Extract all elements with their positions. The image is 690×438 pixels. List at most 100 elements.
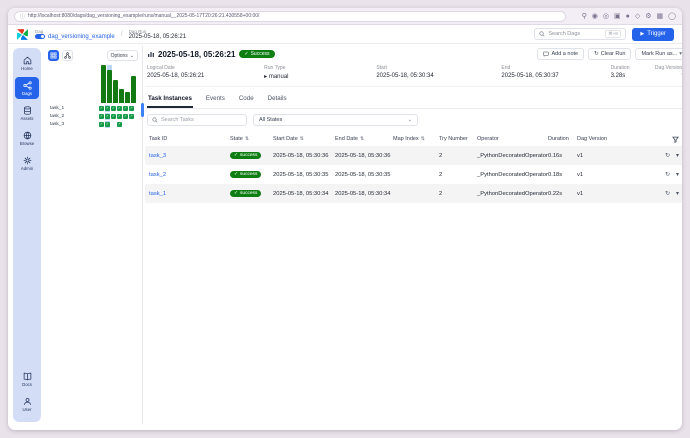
run-bar-fill bbox=[119, 88, 124, 103]
sidebar-item-browse[interactable]: Browse bbox=[15, 127, 39, 149]
tab-task-instances[interactable]: Task Instances bbox=[147, 93, 193, 108]
run-metadata: Logical Date 2025-05-18, 05:26:21 Run Typ… bbox=[145, 65, 682, 87]
dag-pause-toggle[interactable] bbox=[35, 34, 45, 39]
trigger-button[interactable]: ▶ Trigger bbox=[632, 27, 674, 41]
task-link[interactable]: task_3 bbox=[149, 153, 166, 159]
airflow-logo[interactable] bbox=[16, 28, 29, 41]
task-instance-cell[interactable]: ✓ bbox=[117, 105, 122, 112]
run-bar-fill bbox=[113, 80, 118, 103]
task-instance-cell[interactable]: ✓ bbox=[105, 113, 110, 120]
admin-icon bbox=[23, 156, 31, 164]
user-icon bbox=[23, 397, 31, 405]
tab-details[interactable]: Details bbox=[267, 93, 288, 108]
task-instance-cell[interactable]: ✓ bbox=[99, 105, 104, 112]
task-instance-cell[interactable]: ✓ bbox=[117, 113, 122, 120]
run-bar-fill bbox=[131, 75, 136, 103]
task-instance-cell[interactable]: ✓ bbox=[99, 113, 104, 120]
col-state[interactable]: State ⇅ bbox=[230, 136, 273, 142]
sort-icon: ⇅ bbox=[359, 136, 365, 142]
filter-columns-icon[interactable] bbox=[672, 136, 679, 143]
row-menu-icon[interactable]: ▾ bbox=[676, 190, 679, 197]
browse-icon bbox=[23, 131, 31, 139]
mark-run-as-button[interactable]: Mark Run as... ▾ bbox=[635, 48, 682, 60]
options-dropdown[interactable]: Options ⌄ bbox=[106, 50, 138, 61]
task-instance-cell[interactable]: ✓ bbox=[129, 113, 134, 120]
dag-name-link[interactable]: dag_versioning_example bbox=[48, 34, 115, 40]
task-instance-cell[interactable]: ✓ bbox=[111, 105, 116, 112]
graph-view-toggle[interactable] bbox=[62, 50, 73, 61]
grid-icon[interactable]: ▦ bbox=[657, 13, 664, 20]
clear-task-icon[interactable]: ↻ bbox=[665, 152, 670, 159]
col-start-date[interactable]: Start Date ⇅ bbox=[273, 136, 335, 142]
clear-run-button[interactable]: ↻ Clear Run bbox=[588, 48, 632, 60]
add-note-button[interactable]: Add a note bbox=[537, 48, 585, 60]
table-row[interactable]: task_2 ✓ success 2025-05-18, 05:30:35 202… bbox=[145, 165, 682, 184]
col-end-date[interactable]: End Date ⇅ bbox=[335, 136, 393, 142]
settings-icon[interactable]: ⚙ bbox=[645, 13, 651, 20]
record-icon[interactable]: ◉ bbox=[592, 13, 598, 20]
panel-splitter-handle[interactable] bbox=[141, 103, 144, 117]
run-bar[interactable] bbox=[113, 65, 118, 103]
clear-task-icon[interactable]: ↻ bbox=[665, 171, 670, 178]
task-instance-cell[interactable]: ✓ bbox=[117, 121, 122, 128]
run-bar-fill bbox=[125, 91, 130, 103]
success-cell-icon: ✓ bbox=[99, 122, 104, 127]
task-name-label[interactable]: task_2 bbox=[44, 114, 99, 119]
col-map-index[interactable]: Map Index ⇅ bbox=[393, 136, 439, 142]
success-cell-icon: ✓ bbox=[99, 106, 104, 111]
sidebar-item-dags[interactable]: Dags bbox=[15, 77, 39, 99]
table-row[interactable]: task_3 ✓ success 2025-05-18, 05:30:36 202… bbox=[145, 146, 682, 165]
task-instance-cell[interactable]: ✓ bbox=[129, 105, 134, 112]
page-info-icon[interactable]: ⓘ bbox=[20, 13, 25, 20]
task-instance-cell bbox=[123, 121, 128, 128]
chevron-down-icon: ▾ bbox=[679, 51, 682, 57]
address-bar[interactable]: ⓘ http://localhost:8080/dags/dag_version… bbox=[14, 10, 566, 22]
sidebar-item-docs[interactable]: Docs bbox=[15, 368, 39, 390]
browser-window: ⓘ http://localhost:8080/dags/dag_version… bbox=[8, 8, 682, 430]
sidebar-item-home[interactable]: Home bbox=[15, 52, 39, 74]
sidebar-item-admin[interactable]: Admin bbox=[15, 152, 39, 174]
diamond-icon[interactable]: ◇ bbox=[635, 13, 640, 20]
task-instance-cell[interactable]: ✓ bbox=[105, 121, 110, 128]
success-cell-icon: ✓ bbox=[117, 114, 122, 119]
sidebar-item-assets[interactable]: Assets bbox=[15, 102, 39, 124]
search-dags-input[interactable]: Search Dags ⌘+K bbox=[534, 28, 627, 40]
circle-icon[interactable]: ◯ bbox=[668, 13, 676, 20]
task-instance-cell[interactable]: ✓ bbox=[111, 113, 116, 120]
run-duration-bar-chart[interactable] bbox=[101, 65, 139, 103]
task-instance-cell[interactable]: ✓ bbox=[123, 113, 128, 120]
task-instance-cell bbox=[111, 121, 116, 128]
col-task-id[interactable]: Task ID bbox=[145, 136, 230, 142]
clear-task-icon[interactable]: ↻ bbox=[665, 190, 670, 197]
grid-view-toggle[interactable] bbox=[48, 50, 59, 61]
run-bar[interactable] bbox=[101, 65, 106, 103]
target-icon[interactable]: ◎ bbox=[603, 13, 609, 20]
task-link[interactable]: task_2 bbox=[149, 172, 166, 178]
row-menu-icon[interactable]: ▾ bbox=[676, 171, 679, 178]
search-icon bbox=[539, 31, 545, 37]
sidebar-item-user[interactable]: User bbox=[15, 393, 39, 415]
end-value: 2025-05-18, 05:30:37 bbox=[501, 73, 559, 79]
tab-code[interactable]: Code bbox=[238, 93, 255, 108]
state-filter-select[interactable]: All States ⌄ bbox=[253, 114, 418, 126]
task-instance-cell[interactable]: ✓ bbox=[105, 105, 110, 112]
success-cell-icon: ✓ bbox=[129, 114, 134, 119]
task-instance-cell[interactable]: ✓ bbox=[123, 105, 128, 112]
frame-icon[interactable]: ▣ bbox=[614, 13, 621, 20]
table-row[interactable]: task_1 ✓ success 2025-05-18, 05:30:34 202… bbox=[145, 184, 682, 203]
search-tasks-input[interactable]: Search Tasks bbox=[147, 114, 247, 126]
tab-events[interactable]: Events bbox=[205, 93, 226, 108]
run-bar[interactable] bbox=[131, 65, 136, 103]
dot-icon[interactable]: ● bbox=[626, 13, 630, 20]
task-name-label[interactable]: task_3 bbox=[44, 122, 99, 127]
success-cell-icon: ✓ bbox=[117, 106, 122, 111]
link-icon[interactable]: ⚲ bbox=[582, 13, 587, 20]
row-menu-icon[interactable]: ▾ bbox=[676, 152, 679, 159]
task-link[interactable]: task_1 bbox=[149, 191, 166, 197]
trigger-label: Trigger bbox=[647, 31, 666, 37]
run-bar[interactable] bbox=[107, 65, 112, 103]
run-bar[interactable] bbox=[125, 65, 130, 103]
task-instance-cell[interactable]: ✓ bbox=[99, 121, 104, 128]
run-bar[interactable] bbox=[119, 65, 124, 103]
task-name-label[interactable]: task_1 bbox=[44, 106, 99, 111]
